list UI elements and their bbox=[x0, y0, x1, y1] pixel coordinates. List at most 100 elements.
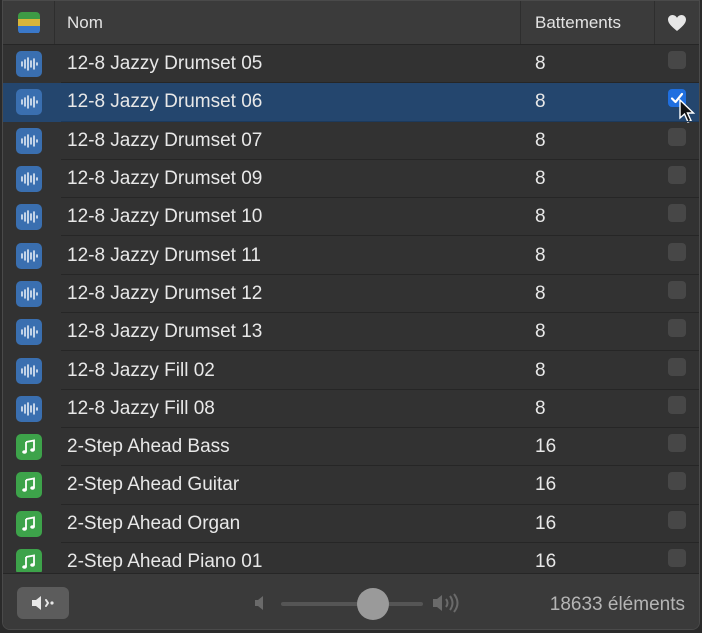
type-cell bbox=[3, 472, 55, 499]
speaker-preview-icon bbox=[32, 596, 54, 610]
loop-row[interactable]: 12-8 Jazzy Drumset 09 8 bbox=[3, 160, 699, 199]
loop-name: 12-8 Jazzy Drumset 05 bbox=[67, 53, 263, 75]
loop-row[interactable]: 12-8 Jazzy Drumset 10 8 bbox=[3, 198, 699, 237]
loop-name: 2-Step Ahead Piano 01 bbox=[67, 551, 263, 572]
favorite-checkbox[interactable] bbox=[668, 51, 686, 70]
loop-name: 12-8 Jazzy Drumset 06 bbox=[67, 91, 263, 113]
favorite-checkbox[interactable] bbox=[668, 204, 686, 223]
loop-name: 12-8 Jazzy Drumset 07 bbox=[67, 129, 263, 151]
loop-name: 12-8 Jazzy Fill 02 bbox=[67, 359, 215, 381]
favorite-cell bbox=[655, 166, 699, 185]
favorite-checkbox[interactable] bbox=[668, 510, 686, 529]
audio-waveform-icon bbox=[16, 319, 42, 346]
loop-name: 12-8 Jazzy Drumset 10 bbox=[67, 206, 263, 228]
favorite-checkbox[interactable] bbox=[668, 472, 686, 491]
loop-name: 12-8 Jazzy Drumset 13 bbox=[67, 321, 263, 343]
audio-waveform-icon bbox=[16, 395, 42, 422]
type-cell bbox=[3, 89, 55, 116]
audio-waveform-icon bbox=[16, 127, 42, 154]
type-column-header[interactable] bbox=[3, 1, 55, 44]
column-header: Nom Battements bbox=[3, 1, 699, 45]
favorite-checkbox[interactable] bbox=[668, 434, 686, 453]
loop-row[interactable]: 12-8 Jazzy Drumset 07 8 bbox=[3, 122, 699, 161]
type-cell bbox=[3, 280, 55, 307]
loop-beats: 16 bbox=[535, 474, 557, 496]
browser-footer: 18633 éléments bbox=[3, 573, 699, 629]
favorite-cell bbox=[655, 357, 699, 376]
loop-name: 12-8 Jazzy Fill 08 bbox=[67, 397, 215, 419]
type-cell bbox=[3, 204, 55, 231]
favorite-cell bbox=[655, 280, 699, 299]
heart-icon bbox=[668, 14, 686, 31]
type-cell bbox=[3, 434, 55, 461]
type-cell bbox=[3, 127, 55, 154]
loop-row[interactable]: 2-Step Ahead Piano 01 16 bbox=[3, 543, 699, 572]
midi-note-icon bbox=[16, 549, 42, 572]
favorite-cell bbox=[655, 204, 699, 223]
type-cell bbox=[3, 166, 55, 193]
type-cell bbox=[3, 510, 55, 537]
favorite-cell bbox=[655, 472, 699, 491]
favorite-cell bbox=[655, 51, 699, 70]
favorite-checkbox[interactable] bbox=[668, 357, 686, 376]
loop-row[interactable]: 12-8 Jazzy Drumset 06 8 bbox=[3, 83, 699, 124]
favorite-column-header[interactable] bbox=[655, 1, 699, 44]
loop-row[interactable]: 2-Step Ahead Guitar 16 bbox=[3, 466, 699, 505]
favorite-checkbox[interactable] bbox=[668, 242, 686, 261]
loop-row[interactable]: 12-8 Jazzy Drumset 11 8 bbox=[3, 236, 699, 276]
loop-beats: 8 bbox=[535, 53, 546, 75]
beats-column-header[interactable]: Battements bbox=[521, 1, 655, 44]
audio-waveform-icon bbox=[16, 357, 42, 384]
loop-row[interactable]: 2-Step Ahead Organ 16 bbox=[3, 505, 699, 544]
loop-row[interactable]: 12-8 Jazzy Drumset 05 8 bbox=[3, 45, 699, 84]
loop-row[interactable]: 2-Step Ahead Bass 16 bbox=[3, 428, 699, 467]
volume-high-icon bbox=[433, 593, 459, 613]
type-cell bbox=[3, 242, 55, 269]
favorite-checkbox[interactable] bbox=[668, 549, 686, 567]
audio-waveform-icon bbox=[16, 51, 42, 78]
name-column-header[interactable]: Nom bbox=[55, 1, 521, 44]
volume-low-icon bbox=[255, 596, 263, 610]
volume-slider-knob[interactable] bbox=[357, 588, 390, 620]
type-cell bbox=[3, 319, 55, 346]
audio-waveform-icon bbox=[16, 242, 42, 269]
favorite-checkbox[interactable] bbox=[668, 127, 686, 146]
loop-beats: 8 bbox=[535, 129, 546, 151]
loop-name: 12-8 Jazzy Drumset 09 bbox=[67, 168, 263, 190]
favorite-cell bbox=[655, 242, 699, 261]
loop-beats: 8 bbox=[535, 206, 546, 228]
loop-beats: 16 bbox=[535, 551, 557, 572]
audio-waveform-icon bbox=[16, 166, 42, 193]
favorite-cell bbox=[655, 549, 699, 567]
loop-row[interactable]: 12-8 Jazzy Fill 08 8 bbox=[3, 390, 699, 429]
loop-beats: 8 bbox=[535, 91, 546, 113]
favorite-checkbox[interactable] bbox=[668, 166, 686, 185]
loop-beats: 8 bbox=[535, 282, 546, 304]
favorite-cell bbox=[655, 434, 699, 453]
item-count: 18633 éléments bbox=[549, 594, 685, 615]
loop-beats: 8 bbox=[535, 244, 546, 266]
loop-name: 12-8 Jazzy Drumset 11 bbox=[67, 244, 261, 266]
loop-name: 2-Step Ahead Bass bbox=[67, 436, 230, 458]
audio-waveform-icon bbox=[16, 204, 42, 231]
favorite-cell bbox=[655, 127, 699, 146]
favorite-checkbox[interactable] bbox=[668, 319, 686, 338]
type-cell bbox=[3, 395, 55, 422]
loop-beats: 16 bbox=[535, 512, 557, 534]
preview-speaker-button[interactable] bbox=[17, 587, 69, 619]
loop-name: 2-Step Ahead Organ bbox=[67, 512, 241, 534]
loop-beats: 8 bbox=[535, 168, 546, 190]
favorite-checkbox[interactable] bbox=[668, 395, 686, 414]
loop-row[interactable]: 12-8 Jazzy Drumset 13 8 bbox=[3, 313, 699, 352]
favorite-checkbox[interactable] bbox=[668, 280, 686, 299]
loop-row[interactable]: 12-8 Jazzy Drumset 12 8 bbox=[3, 275, 699, 314]
layers-icon bbox=[17, 11, 40, 34]
type-cell bbox=[3, 357, 55, 384]
loop-row[interactable]: 12-8 Jazzy Fill 02 8 bbox=[3, 351, 699, 390]
midi-note-icon bbox=[16, 434, 42, 461]
volume-slider[interactable] bbox=[281, 588, 423, 620]
favorite-cell bbox=[655, 319, 699, 338]
type-cell bbox=[3, 549, 55, 572]
favorite-cell bbox=[655, 510, 699, 529]
favorite-cell bbox=[655, 395, 699, 414]
